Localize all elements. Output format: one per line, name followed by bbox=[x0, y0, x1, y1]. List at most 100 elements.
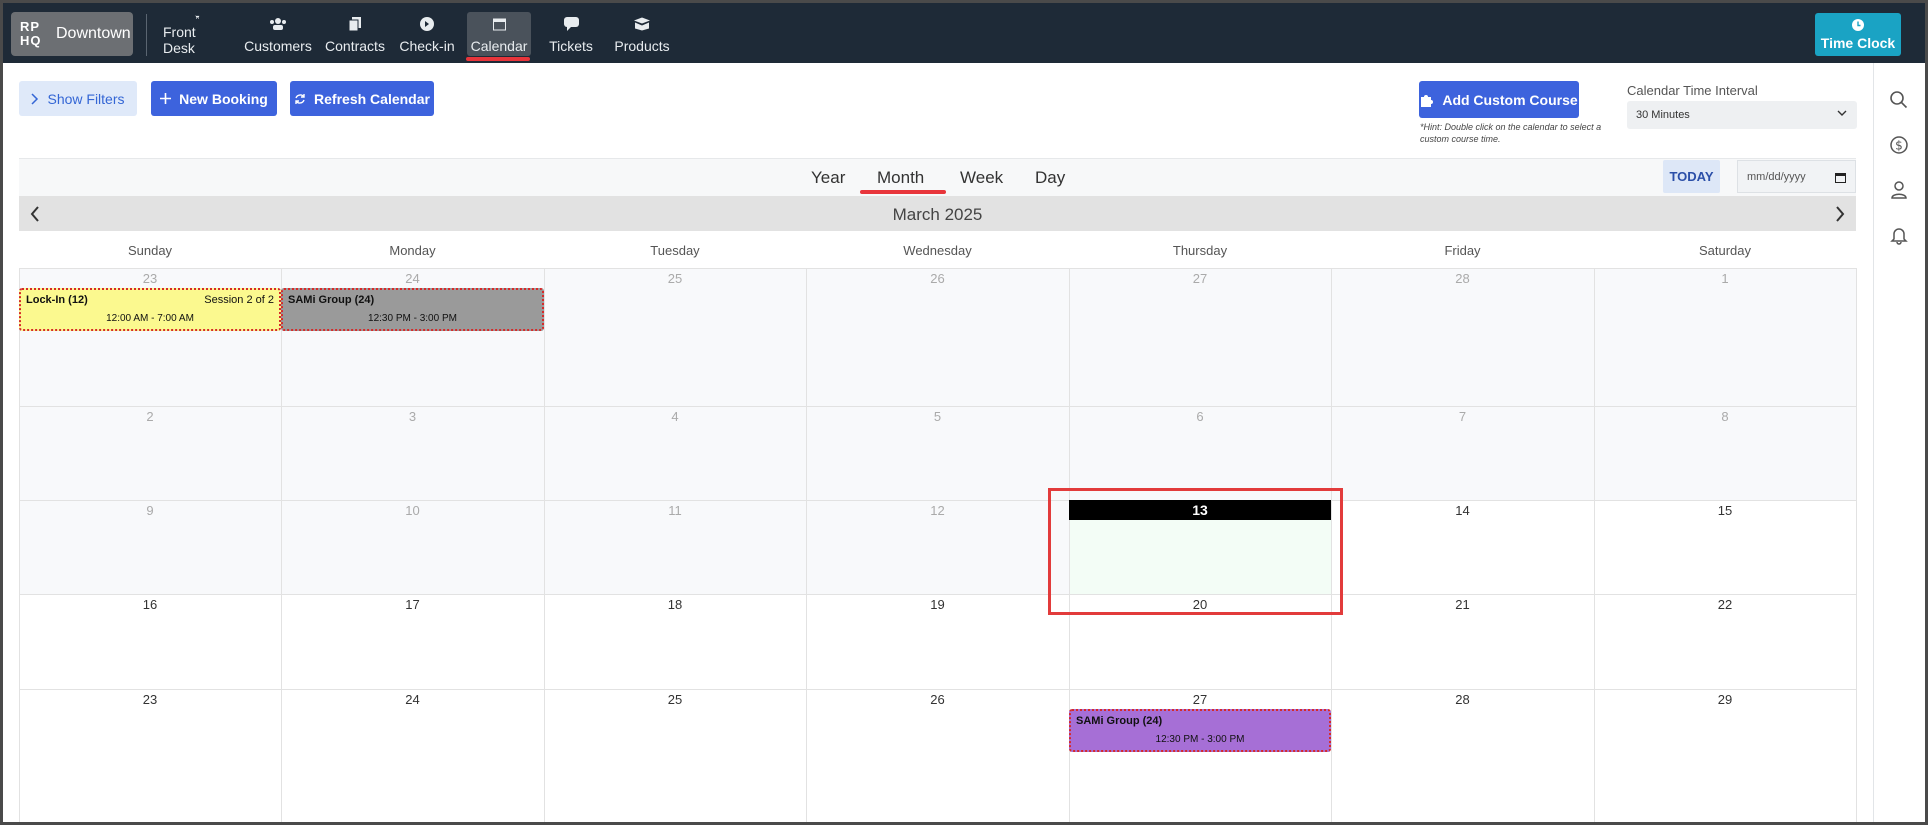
show-filters-button[interactable]: Show Filters bbox=[19, 81, 137, 116]
grid-line bbox=[19, 594, 1856, 595]
grid-line bbox=[19, 268, 20, 825]
day-number: 25 bbox=[667, 271, 683, 286]
event-title: SAMi Group (24) bbox=[288, 294, 375, 306]
day-cell-past[interactable] bbox=[544, 268, 806, 406]
day-number: 28 bbox=[1455, 271, 1470, 286]
day-number: 27 bbox=[1192, 692, 1208, 707]
day-number: 12 bbox=[930, 503, 945, 518]
day-number: 29 bbox=[1717, 692, 1733, 707]
weekday-header: Monday bbox=[389, 243, 436, 258]
grid-line bbox=[544, 268, 545, 825]
location-name: Downtown bbox=[56, 25, 131, 42]
bell-icon[interactable] bbox=[1889, 225, 1909, 245]
top-navbar: RP HQ Downtown Front Desk Customers Cont… bbox=[0, 0, 1928, 63]
calendar-event[interactable]: SAMi Group (24) 12:30 PM - 3:00 PM bbox=[1069, 709, 1331, 752]
next-month-icon[interactable] bbox=[1834, 205, 1846, 223]
day-number: 25 bbox=[667, 692, 683, 707]
day-cell-past[interactable] bbox=[806, 268, 1069, 406]
day-number: 5 bbox=[933, 409, 942, 424]
arrow-circle-icon bbox=[420, 17, 434, 31]
nav-tickets[interactable]: Tickets bbox=[548, 12, 594, 56]
tab-month[interactable]: Month bbox=[877, 168, 924, 188]
dollar-icon[interactable]: $ bbox=[1889, 135, 1909, 155]
nav-front-desk[interactable]: Front Desk bbox=[163, 12, 231, 56]
day-number: 4 bbox=[671, 409, 679, 424]
day-number: 16 bbox=[142, 597, 158, 612]
highlight-annotation bbox=[1048, 488, 1343, 615]
day-number: 19 bbox=[930, 597, 945, 612]
weekday-header: Saturday bbox=[1698, 243, 1752, 258]
nav-label: Products bbox=[614, 38, 670, 54]
nav-products[interactable]: Products bbox=[614, 12, 670, 56]
day-cell-past[interactable] bbox=[1331, 268, 1594, 406]
day-number: 3 bbox=[408, 409, 417, 424]
nav-check-in[interactable]: Check-in bbox=[398, 12, 456, 56]
tab-week[interactable]: Week bbox=[960, 168, 1003, 188]
calendar-icon bbox=[1835, 173, 1846, 183]
tab-day[interactable]: Day bbox=[1035, 168, 1065, 188]
grid-line bbox=[1856, 268, 1857, 825]
refresh-calendar-button[interactable]: Refresh Calendar bbox=[290, 81, 434, 116]
calendar-icon bbox=[492, 18, 506, 31]
search-icon[interactable] bbox=[1889, 90, 1909, 110]
interval-select[interactable]: 30 Minutes bbox=[1627, 101, 1857, 129]
event-time: 12:30 PM - 3:00 PM bbox=[1155, 734, 1245, 745]
grid-line bbox=[19, 406, 1856, 407]
chevron-right-icon bbox=[31, 92, 39, 105]
chat-icon bbox=[563, 17, 579, 31]
new-booking-label: New Booking bbox=[179, 90, 268, 107]
day-number: 15 bbox=[1717, 503, 1733, 518]
grid-line bbox=[281, 268, 282, 825]
weekday-header: Wednesday bbox=[903, 243, 972, 258]
time-clock-button[interactable]: Time Clock bbox=[1815, 13, 1901, 56]
date-picker-input[interactable]: mm/dd/yyyy bbox=[1737, 160, 1856, 193]
puzzle-icon bbox=[1421, 94, 1434, 107]
day-number: 27 bbox=[1192, 271, 1208, 286]
nav-divider bbox=[146, 14, 147, 56]
day-number: 14 bbox=[1455, 503, 1470, 518]
day-number: 9 bbox=[146, 503, 154, 518]
weekday-header: Sunday bbox=[127, 243, 173, 258]
event-time: 12:00 AM - 7:00 AM bbox=[106, 313, 194, 324]
location-switcher[interactable]: RP HQ Downtown bbox=[11, 12, 133, 56]
day-number: 26 bbox=[930, 271, 945, 286]
nav-label: Customers bbox=[244, 38, 312, 54]
chevron-down-icon bbox=[1837, 110, 1847, 116]
day-number: 28 bbox=[1455, 692, 1470, 707]
calendar-event[interactable]: Lock-In (12) Session 2 of 2 12:00 AM - 7:0… bbox=[19, 288, 281, 331]
calendar-hint: *Hint: Double click on the calendar to s… bbox=[1420, 122, 1602, 144]
weekday-header: Friday bbox=[1444, 243, 1481, 258]
box-icon bbox=[634, 17, 650, 31]
documents-icon bbox=[348, 17, 361, 32]
event-title: Lock-In (12) bbox=[26, 294, 88, 306]
calendar-event[interactable]: SAMi Group (24) 12:30 PM - 3:00 PM bbox=[281, 288, 544, 331]
grid-line bbox=[1594, 268, 1595, 825]
day-number: 2 bbox=[146, 409, 154, 424]
nav-label: Front Desk bbox=[163, 24, 196, 56]
new-booking-button[interactable]: New Booking bbox=[151, 81, 277, 116]
add-custom-course-button[interactable]: Add Custom Course bbox=[1419, 81, 1579, 118]
event-session: Session 2 of 2 bbox=[204, 294, 274, 306]
nav-label: Contracts bbox=[325, 38, 385, 54]
tab-year[interactable]: Year bbox=[811, 168, 845, 188]
day-number: 23 bbox=[142, 271, 158, 286]
user-icon[interactable] bbox=[1889, 180, 1909, 200]
grid-line bbox=[19, 689, 1856, 690]
nav-contracts[interactable]: Contracts bbox=[325, 12, 385, 56]
day-cell-past[interactable] bbox=[1594, 268, 1856, 406]
brand-logo: RP HQ bbox=[20, 19, 42, 48]
nav-calendar[interactable]: Calendar bbox=[467, 12, 531, 56]
grid-line bbox=[19, 268, 1856, 269]
nav-customers[interactable]: Customers bbox=[243, 12, 313, 56]
svg-text:$: $ bbox=[1895, 139, 1903, 153]
grid-line bbox=[19, 500, 1856, 501]
day-number: 24 bbox=[405, 692, 420, 707]
today-button[interactable]: TODAY bbox=[1663, 160, 1720, 193]
day-number: 7 bbox=[1458, 409, 1467, 424]
date-placeholder: mm/dd/yyyy bbox=[1747, 170, 1806, 183]
nav-label: Calendar bbox=[470, 38, 528, 54]
day-number: 18 bbox=[667, 597, 683, 612]
day-cell-past[interactable] bbox=[1069, 268, 1331, 406]
users-icon bbox=[270, 18, 286, 30]
day-number: 6 bbox=[1196, 409, 1204, 424]
